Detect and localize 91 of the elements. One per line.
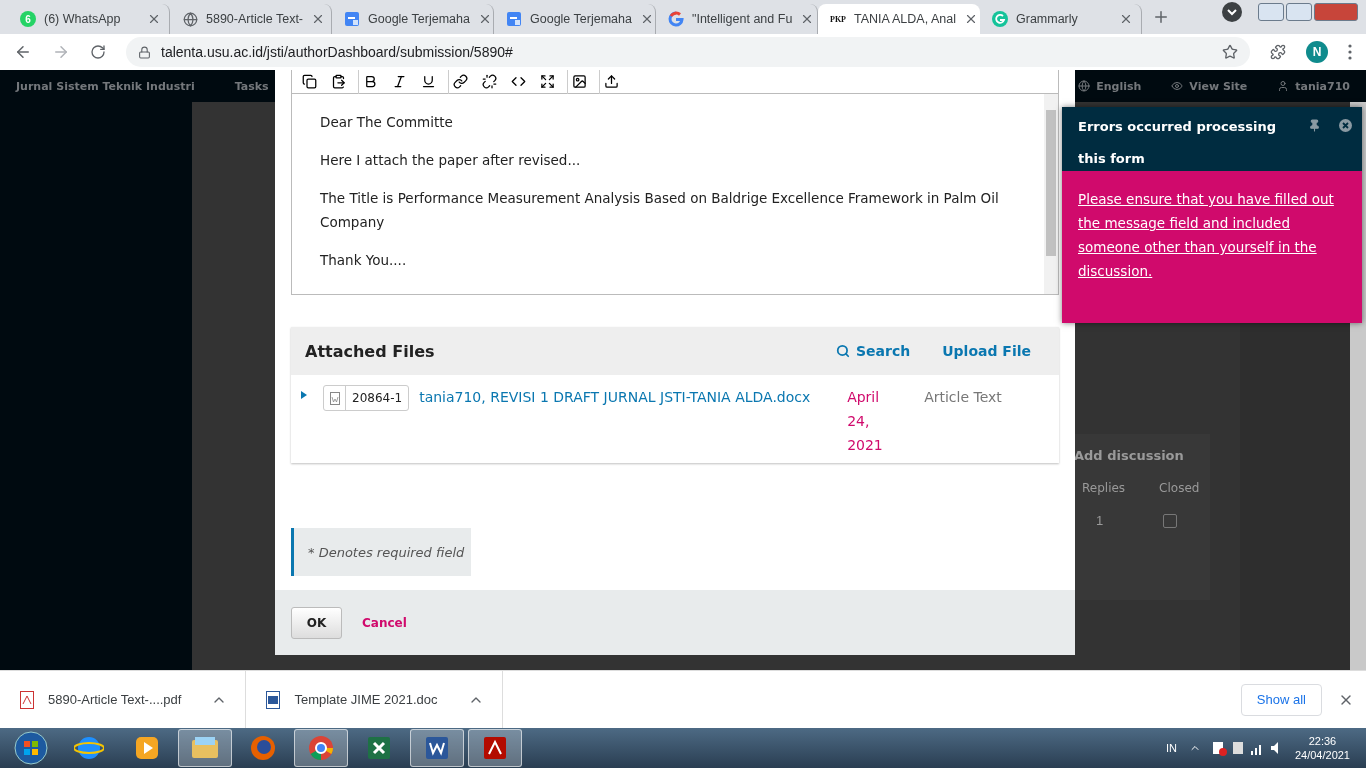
tab-title: Google Terjemaha	[368, 12, 470, 26]
new-tab-icon[interactable]	[1152, 8, 1170, 26]
close-icon[interactable]	[147, 12, 161, 26]
close-icon[interactable]	[1119, 12, 1133, 26]
taskbar-app-button[interactable]	[468, 729, 522, 767]
file-date: April 24, 2021	[847, 388, 884, 455]
bold-icon[interactable]	[363, 74, 378, 89]
tab-title: TANIA ALDA, Anal	[854, 12, 956, 26]
profile-avatar[interactable]: N	[1306, 41, 1328, 63]
clock-time[interactable]: 22:36	[1308, 735, 1337, 747]
user-icon	[1277, 80, 1290, 92]
back-icon[interactable]	[14, 43, 32, 61]
italic-icon[interactable]	[392, 74, 407, 89]
google-logo-icon	[668, 11, 684, 27]
chrome-logo-icon	[307, 734, 335, 762]
message-paragraph: Here I attach the paper after revised...	[320, 151, 582, 170]
reload-icon[interactable]	[90, 44, 106, 60]
language-indicator[interactable]: IN	[1165, 742, 1177, 754]
link-icon[interactable]	[453, 74, 468, 89]
eye-icon	[1171, 80, 1184, 92]
panel-title: Attached Files	[305, 341, 436, 361]
scrollbar[interactable]	[1044, 94, 1058, 294]
minimize-button[interactable]	[1258, 3, 1284, 21]
unlink-icon[interactable]	[482, 74, 497, 89]
spreadsheet-icon	[365, 734, 393, 762]
code-icon[interactable]	[511, 74, 526, 89]
column-header: Closed	[1159, 481, 1200, 495]
cancel-link[interactable]: Cancel	[362, 615, 407, 630]
column-header: Replies	[1082, 481, 1126, 495]
message-editor[interactable]: Dear The Committe Here I attach the paper after revised... The Title is Performance Measurement Analysis Based on Baldrige Excellence Framework in Palm Oil Company Thank You....	[291, 70, 1059, 295]
lock-icon	[138, 45, 151, 59]
download-name: Template JIME 2021.doc	[294, 692, 438, 707]
tab-search-icon[interactable]	[1222, 2, 1242, 22]
paste-icon[interactable]	[331, 74, 346, 89]
word-document-icon	[423, 734, 451, 762]
tab-title: Grammarly	[1016, 12, 1079, 26]
media-player-icon	[133, 734, 161, 762]
site-logo: PKP	[830, 14, 846, 24]
required-field-note: * Denotes required field	[291, 528, 471, 576]
table-cell: 1	[1096, 513, 1104, 528]
translate-icon	[344, 11, 360, 27]
tab-title: 5890-Article Text-	[206, 12, 304, 26]
extensions-icon[interactable]	[1270, 44, 1286, 60]
copy-icon[interactable]	[302, 74, 317, 89]
view-site-link[interactable]: View Site	[1189, 79, 1248, 93]
upload-file-link[interactable]: Upload File	[942, 343, 1031, 359]
globe-icon	[1078, 80, 1091, 92]
message-paragraph: The Title is Performance Measurement Analysis Based on Baldrige Excellence Framework in Palm Oil Company	[320, 189, 1000, 232]
taskbar-app-button[interactable]	[410, 729, 464, 767]
clock-date[interactable]: 24/04/2021	[1294, 749, 1350, 761]
language-link[interactable]: English	[1096, 79, 1142, 93]
document-icon	[329, 391, 340, 405]
search-link[interactable]: Search	[836, 343, 911, 359]
pdf-reader-icon	[481, 734, 509, 762]
underline-icon[interactable]	[421, 74, 436, 89]
tab-title: "Intelligent and Fu	[692, 12, 793, 26]
count-badge: 6	[20, 11, 36, 27]
maximize-button[interactable]	[1286, 3, 1312, 21]
checkbox[interactable]	[1163, 513, 1178, 528]
grammarly-logo-icon	[992, 11, 1008, 27]
address-field[interactable]: talenta.usu.ac.id/jsti/authorDashboard/submission/5890#	[126, 37, 1250, 67]
bookmark-star-icon[interactable]	[1222, 44, 1238, 60]
browser-tab[interactable]: PKP TANIA ALDA, Anal	[818, 4, 980, 34]
expand-icon[interactable]	[301, 391, 307, 399]
pdf-file-icon	[20, 690, 34, 709]
search-icon	[836, 344, 850, 358]
word-file-icon	[266, 690, 281, 709]
file-link[interactable]: tania710, REVISI 1 DRAFT JURNAL JSTI-TANIA ALDA.docx	[419, 385, 848, 409]
firefox-logo-icon	[249, 734, 277, 762]
file-id-badge: 20864-1	[323, 385, 410, 411]
tab-title: (6) WhatsApp	[44, 12, 122, 26]
translate-icon	[506, 11, 522, 27]
fullscreen-icon[interactable]	[540, 74, 555, 89]
user-menu-link[interactable]: tania710	[1295, 79, 1350, 93]
message-paragraph: Dear The Committe	[320, 113, 454, 132]
file-type: Article Text	[924, 388, 1002, 407]
nav-link[interactable]: Tasks	[234, 79, 269, 93]
download-name: 5890-Article Text-....pdf	[48, 692, 182, 707]
more-menu-icon[interactable]	[1348, 44, 1352, 60]
upload-icon[interactable]	[604, 74, 619, 89]
message-paragraph: Thank You....	[320, 251, 408, 270]
panel-title: Add discussion	[1074, 448, 1185, 463]
image-icon[interactable]	[572, 74, 587, 89]
site-title[interactable]: Jurnal Sistem Teknik Industri	[16, 79, 195, 93]
ok-button[interactable]: OK	[291, 606, 342, 639]
pin-icon[interactable]	[1308, 119, 1321, 132]
close-icon[interactable]	[1339, 119, 1352, 132]
globe-icon	[182, 11, 198, 27]
show-all-button[interactable]: Show all	[1240, 683, 1322, 716]
tab-title: Google Terjemaha	[530, 12, 632, 26]
notification-title: Errors occurred processing this form	[1078, 118, 1278, 168]
